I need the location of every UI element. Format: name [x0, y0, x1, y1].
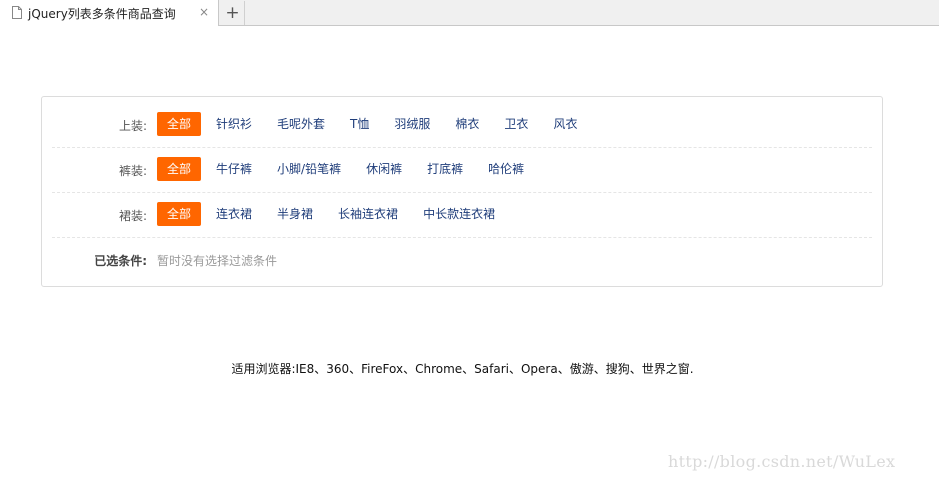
filter-label: 裤装:	[118, 164, 147, 178]
browser-tab-bar: jQuery列表多条件商品查询 × +	[0, 0, 939, 26]
filter-option[interactable]: 中长款连衣裙	[413, 202, 505, 226]
filter-option-all[interactable]: 全部	[157, 157, 202, 181]
filter-option[interactable]: 打底裤	[417, 157, 473, 181]
filter-option[interactable]: 风衣	[543, 112, 587, 136]
filter-option[interactable]: 针织衫	[206, 112, 262, 136]
filter-option[interactable]: 小脚/铅笔裤	[267, 157, 351, 181]
filter-option[interactable]: 棉衣	[445, 112, 489, 136]
selected-conditions-empty-text: 暂时没有选择过滤条件	[157, 254, 278, 268]
filter-option[interactable]: 牛仔裤	[206, 157, 262, 181]
filter-option[interactable]: 半身裙	[267, 202, 323, 226]
browser-tab[interactable]: jQuery列表多条件商品查询 ×	[0, 0, 219, 26]
browser-compatibility-note: 适用浏览器:IE8、360、FireFox、Chrome、Safari、Oper…	[231, 362, 694, 376]
tab-title: jQuery列表多条件商品查询	[28, 7, 176, 21]
filter-row-skirts: 裙装: 全部 连衣裙 半身裙 长袖连衣裙 中长款连衣裙	[52, 193, 872, 238]
page-icon	[12, 6, 22, 19]
filter-option[interactable]: 休闲裤	[356, 157, 412, 181]
filter-options: 全部 连衣裙 半身裙 长袖连衣裙 中长款连衣裙	[157, 202, 510, 226]
filter-option-all[interactable]: 全部	[157, 112, 202, 136]
plus-icon: +	[225, 3, 240, 23]
filter-option[interactable]: 羽绒服	[384, 112, 440, 136]
selected-conditions-label: 已选条件:	[94, 254, 147, 268]
watermark: http://blog.csdn.net/WuLex	[668, 452, 896, 471]
filter-option[interactable]: 连衣裙	[206, 202, 262, 226]
filter-row-pants: 裤装: 全部 牛仔裤 小脚/铅笔裤 休闲裤 打底裤 哈伦裤	[52, 148, 872, 193]
filter-option[interactable]: 哈伦裤	[478, 157, 534, 181]
filter-label: 上装:	[118, 119, 147, 133]
filter-options: 全部 牛仔裤 小脚/铅笔裤 休闲裤 打底裤 哈伦裤	[157, 157, 539, 181]
filter-option-all[interactable]: 全部	[157, 202, 202, 226]
filter-option[interactable]: 毛呢外套	[267, 112, 335, 136]
close-icon[interactable]: ×	[199, 5, 209, 19]
new-tab-button[interactable]: +	[221, 1, 245, 25]
filter-row-tops: 上装: 全部 针织衫 毛呢外套 T恤 羽绒服 棉衣 卫衣 风衣	[52, 103, 872, 148]
filter-panel: 上装: 全部 针织衫 毛呢外套 T恤 羽绒服 棉衣 卫衣 风衣 裤装: 全部 牛…	[41, 96, 883, 287]
filter-option[interactable]: 长袖连衣裙	[328, 202, 408, 226]
filter-label: 裙装:	[118, 209, 147, 223]
filter-option[interactable]: T恤	[340, 112, 379, 136]
filter-options: 全部 针织衫 毛呢外套 T恤 羽绒服 棉衣 卫衣 风衣	[157, 112, 592, 136]
selected-conditions-row: 已选条件: 暂时没有选择过滤条件	[52, 238, 872, 283]
filter-option[interactable]: 卫衣	[494, 112, 538, 136]
